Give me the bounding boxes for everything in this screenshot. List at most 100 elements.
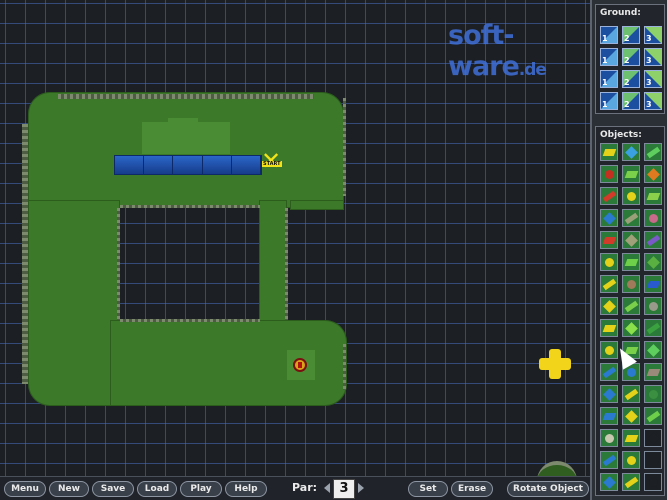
hill-yellow-icon[interactable] (600, 341, 618, 359)
ramp-pink-icon[interactable] (644, 209, 662, 227)
tile-lime-icon[interactable] (622, 297, 640, 315)
curved-rail-piece (537, 461, 577, 476)
ground-tile-2b[interactable]: 2 (622, 48, 640, 66)
windmill-icon[interactable] (644, 275, 662, 293)
ground-tile-3a[interactable]: 3 (644, 26, 662, 44)
hole-icon (293, 358, 307, 372)
ground-tile-3b[interactable]: 3 (644, 48, 662, 66)
ground-tile-1b[interactable]: 1 (600, 48, 618, 66)
par-increase-icon[interactable] (358, 483, 364, 493)
ground-tile-number: 2 (624, 100, 630, 109)
ground-tile-number: 1 (602, 56, 608, 65)
ground-tile-number: 3 (646, 100, 652, 109)
tree-icon[interactable] (644, 143, 662, 161)
left-wall (22, 124, 28, 384)
inner-wall-bottom (120, 319, 260, 322)
ground-tile-3d[interactable]: 3 (644, 92, 662, 110)
hill-lime-icon[interactable] (622, 341, 640, 359)
bump-green-icon[interactable] (622, 253, 640, 271)
ramp-purple-icon[interactable] (644, 231, 662, 249)
par-value[interactable]: 3 (333, 479, 355, 499)
ramp-orange-icon[interactable] (644, 165, 662, 183)
star-yellow-icon[interactable] (622, 451, 640, 469)
boulder-icon[interactable] (644, 363, 662, 381)
pipe-blue-icon[interactable] (600, 363, 618, 381)
help-button[interactable]: Help (225, 481, 267, 497)
empty-slot-icon (644, 429, 662, 447)
placement-cursor-cross-icon[interactable] (539, 349, 571, 379)
ramp-blue-2-icon[interactable] (600, 473, 618, 491)
course-right-column[interactable] (259, 200, 287, 330)
flag-post-icon[interactable] (622, 143, 640, 161)
rock-icon[interactable] (644, 297, 662, 315)
bridge-icon[interactable] (622, 209, 640, 227)
tile-yellow-icon[interactable] (600, 297, 618, 315)
ramp-green-icon[interactable] (644, 187, 662, 205)
empty-slot-3-icon (644, 473, 662, 491)
block-brown-icon[interactable] (622, 275, 640, 293)
course-left-section[interactable] (28, 200, 120, 406)
course-right-bump[interactable] (290, 200, 344, 210)
slope-yellow-icon[interactable] (622, 385, 640, 403)
load-button[interactable]: Load (137, 481, 177, 497)
menu-button[interactable]: Menu (4, 481, 46, 497)
slope-green-icon[interactable] (644, 253, 662, 271)
curve-green-icon[interactable] (622, 165, 640, 183)
objects-tile-grid (600, 143, 662, 491)
flower-icon[interactable] (644, 407, 662, 425)
ramp-yellow-icon[interactable] (622, 187, 640, 205)
palm-icon[interactable] (644, 341, 662, 359)
watermark-logo: soft-ware.de (448, 20, 590, 82)
objects-panel: Objects: (595, 126, 665, 496)
cross-yellow-icon[interactable] (622, 473, 640, 491)
ground-tile-3c[interactable]: 3 (644, 70, 662, 88)
start-label: START (262, 161, 282, 167)
ground-tile-2c[interactable]: 2 (622, 70, 640, 88)
water-channel[interactable] (114, 155, 262, 175)
palm-2-icon[interactable] (644, 385, 662, 403)
par-decrease-icon[interactable] (324, 483, 330, 493)
ground-tile-1a[interactable]: 1 (600, 26, 618, 44)
ground-tile-2a[interactable]: 2 (622, 26, 640, 44)
loop-red-icon[interactable] (600, 231, 618, 249)
ground-tile-2d[interactable]: 2 (622, 92, 640, 110)
diamond-yellow-icon[interactable] (600, 319, 618, 337)
diamond-lime-icon[interactable] (622, 319, 640, 337)
ground-tile-number: 2 (624, 56, 630, 65)
set-button[interactable]: Set (408, 481, 448, 497)
hole-cup[interactable] (287, 350, 315, 380)
sidebar: Ground: 1 2 3 1 2 3 1 2 3 1 2 3 Objects: (590, 0, 667, 500)
ramp-blue-icon[interactable] (600, 209, 618, 227)
start-marker[interactable]: ✕ START (259, 149, 285, 177)
shrub-icon[interactable] (644, 319, 662, 337)
ground-tile-1d[interactable]: 1 (600, 92, 618, 110)
course-editor-canvas[interactable]: soft-ware.de ✕ START (0, 0, 590, 476)
ground-tile-number: 3 (646, 78, 652, 87)
slope-blue-icon[interactable] (600, 451, 618, 469)
erase-button[interactable]: Erase (451, 481, 493, 497)
cone-yellow-icon[interactable] (622, 407, 640, 425)
new-button[interactable]: New (49, 481, 89, 497)
play-button[interactable]: Play (180, 481, 222, 497)
wedge-red-icon[interactable] (600, 187, 618, 205)
ramp-red-icon[interactable] (600, 165, 618, 183)
block-yellow-icon[interactable] (600, 275, 618, 293)
save-button[interactable]: Save (92, 481, 134, 497)
wedge-yellow-icon[interactable] (622, 429, 640, 447)
ground-tile-1c[interactable]: 1 (600, 70, 618, 88)
ground-tile-number: 1 (602, 78, 608, 87)
curve-track-icon[interactable] (622, 231, 640, 249)
right-wall-lower (343, 344, 346, 390)
tee-area (142, 122, 230, 154)
rotate-object-button[interactable]: Rotate Object (507, 481, 589, 497)
ground-tile-number: 3 (646, 56, 652, 65)
rail-track-icon[interactable] (600, 429, 618, 447)
ground-tile-number: 1 (602, 34, 608, 43)
ground-tile-grid: 1 2 3 1 2 3 1 2 3 1 2 3 (600, 26, 662, 110)
water-step-icon[interactable] (600, 407, 618, 425)
pipe-blue-2-icon[interactable] (622, 363, 640, 381)
water-ramp-icon[interactable] (600, 385, 618, 403)
start-tee-icon[interactable] (600, 143, 618, 161)
bump-yellow-icon[interactable] (600, 253, 618, 271)
right-wall (343, 98, 346, 196)
